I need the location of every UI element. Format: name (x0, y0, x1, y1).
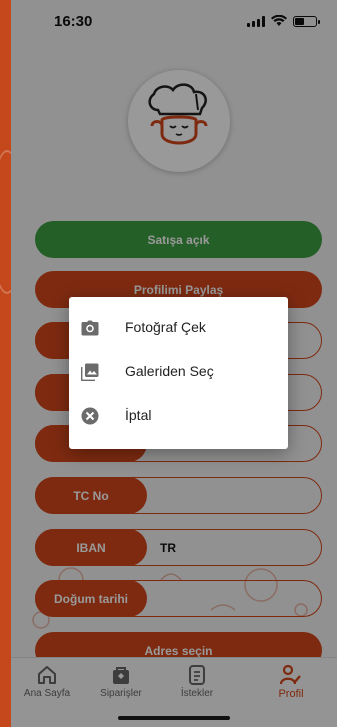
cancel-label: İptal (125, 407, 152, 423)
choose-from-gallery-option[interactable]: Galeriden Seç (69, 350, 288, 394)
cancel-icon (81, 407, 99, 425)
choose-from-gallery-label: Galeriden Seç (125, 363, 214, 379)
photo-source-dialog: Fotoğraf Çek Galeriden Seç İptal (69, 297, 288, 449)
camera-icon (81, 319, 99, 337)
cancel-option[interactable]: İptal (69, 394, 288, 438)
profile-page: 16:30 Satışa açık Profilimi Paylaş TC No… (11, 0, 337, 727)
phone-screen: 16:30 Satışa açık Profilimi Paylaş TC No… (11, 0, 337, 727)
take-photo-label: Fotoğraf Çek (125, 319, 206, 335)
home-indicator (118, 716, 230, 720)
take-photo-option[interactable]: Fotoğraf Çek (69, 306, 288, 350)
gallery-icon (81, 363, 99, 381)
